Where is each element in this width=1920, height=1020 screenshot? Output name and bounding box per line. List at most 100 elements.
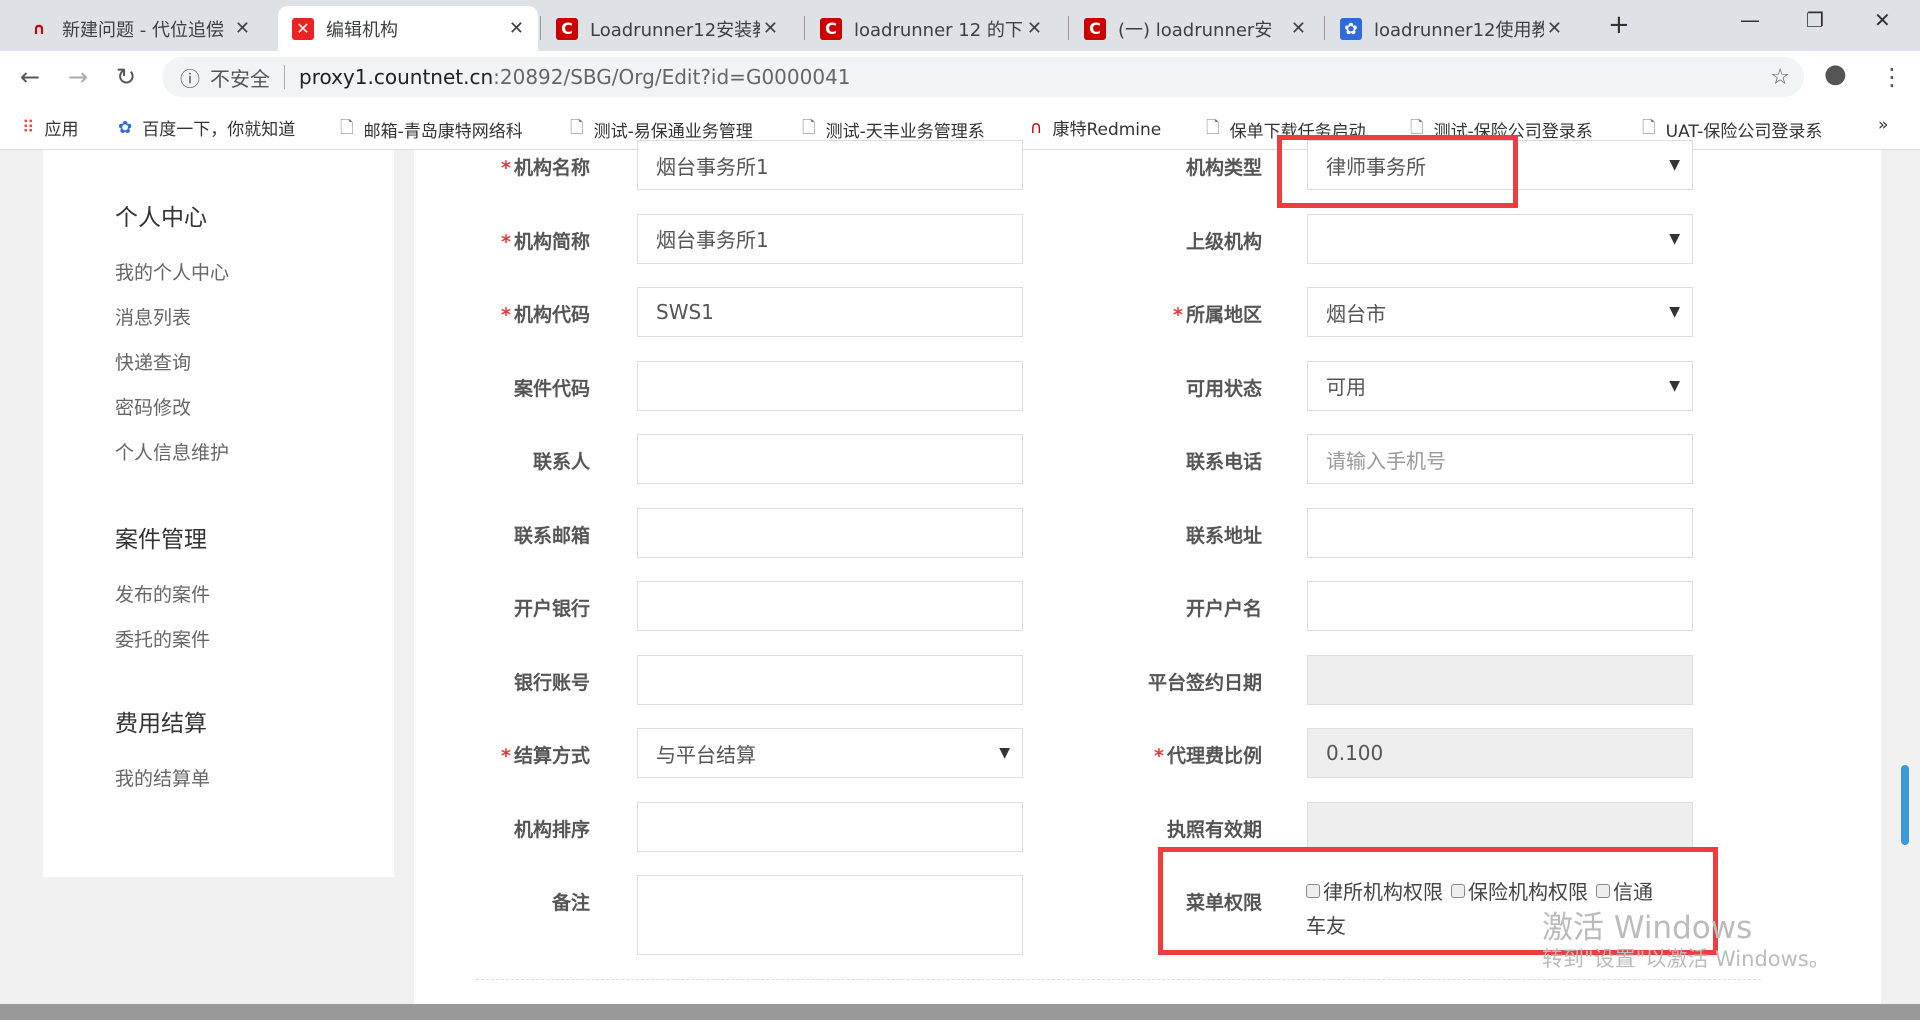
field-label: 平台签约日期 xyxy=(1147,671,1262,694)
baidu-icon: ✿ xyxy=(1340,17,1362,40)
field-value: 烟台事务所1 xyxy=(656,228,769,252)
sidebar-item[interactable]: 密码修改 xyxy=(115,393,191,420)
text-field[interactable] xyxy=(1307,581,1693,631)
sidebar-item[interactable]: 我的结算单 xyxy=(115,764,210,791)
required-mark: * xyxy=(501,745,511,767)
required-mark: * xyxy=(501,157,511,179)
dropdown-arrow-icon: ▼ xyxy=(999,745,1010,761)
forward-icon[interactable]: → xyxy=(68,63,88,91)
required-mark: * xyxy=(501,230,511,253)
star-icon[interactable]: ☆ xyxy=(1770,65,1790,90)
sidebar-item[interactable]: 我的个人中心 xyxy=(115,258,229,285)
tab[interactable]: Cloadrunner 12 的下载 ✕ xyxy=(806,6,1056,51)
text-field xyxy=(1307,654,1693,705)
redmine-icon: ∩ xyxy=(1030,117,1043,138)
field-label: 执照有效期 xyxy=(1166,818,1262,841)
select-field[interactable]: ▼ xyxy=(1307,213,1693,264)
sidebar-section-title: 费用结算 xyxy=(115,711,207,737)
textarea-field[interactable] xyxy=(637,875,1023,955)
close-window-button[interactable]: ✕ xyxy=(1874,8,1891,32)
apps-icon: ⠿ xyxy=(22,117,35,138)
text-field[interactable] xyxy=(637,581,1023,631)
app-icon: ✕ xyxy=(292,17,314,40)
field-value: 0.100 xyxy=(1326,741,1384,765)
address-bar-row: ← → ↻ ⓘ 不安全 proxy1.countnet.cn :20892/SB… xyxy=(0,51,1920,103)
highlight-box xyxy=(1277,135,1518,208)
bookmark-item[interactable]: ✿ 百度一下，你就知道 xyxy=(118,115,296,141)
scroll-indicator[interactable] xyxy=(1901,765,1909,845)
tab-title: Loadrunner12安装教 xyxy=(590,19,760,41)
field-value: 烟台市 xyxy=(1326,301,1386,326)
field-label: 开户银行 xyxy=(513,598,590,620)
profile-icon[interactable]: ● xyxy=(1824,59,1847,89)
bookmark-label: 百度一下，你就知道 xyxy=(142,120,296,140)
select-field[interactable]: 烟台市 ▼ xyxy=(1307,287,1693,337)
tab-bar: ∩ 新建问题 - 代位追偿 ✕ ✕ 编辑机构 ✕ C Loadrunner12安装教 ✕ Cloa… xyxy=(0,0,1920,51)
text-field[interactable] xyxy=(637,507,1023,558)
url-host: proxy1.countnet.cn xyxy=(299,65,494,89)
sidebar-item[interactable]: 个人信息维护 xyxy=(115,438,229,465)
sidebar-item[interactable]: 发布的案件 xyxy=(115,580,210,607)
tab-title: loadrunner12使用教 xyxy=(1374,19,1544,41)
tab[interactable]: C Loadrunner12安装教 ✕ xyxy=(542,6,792,51)
csdn-icon: C xyxy=(820,17,842,40)
field-label: 备注 xyxy=(551,892,590,914)
tab[interactable]: ✿ loadrunner12使用教 ✕ xyxy=(1326,6,1576,51)
field-label: 开户户名 xyxy=(1185,598,1262,620)
bookmark-label: 测试-易保通业务管理 xyxy=(593,122,753,142)
close-tab-icon[interactable]: ✕ xyxy=(509,18,524,39)
tab[interactable]: C (一) loadrunner安 ✕ xyxy=(1070,6,1320,51)
tab[interactable]: ✕ 编辑机构 ✕ xyxy=(278,6,538,51)
text-field[interactable]: SWS1 xyxy=(637,287,1023,337)
text-field[interactable]: 烟台事务所1 xyxy=(637,140,1023,190)
tab-title: 新建问题 - 代位追偿 xyxy=(62,19,224,41)
divider xyxy=(476,979,1761,980)
close-tab-icon[interactable]: ✕ xyxy=(1291,18,1306,39)
sidebar-item[interactable]: 快递查询 xyxy=(115,348,191,375)
bookmark-label: UAT-保险公司登录系 xyxy=(1665,122,1823,142)
sidebar-item[interactable]: 委托的案件 xyxy=(115,625,210,652)
select-field[interactable]: 与平台结算 ▼ xyxy=(637,728,1023,778)
bookmark-item[interactable]: ⠿ 应用 xyxy=(22,115,79,141)
dropdown-arrow-icon: ▼ xyxy=(1669,230,1680,247)
tab[interactable]: ∩ 新建问题 - 代位追偿 ✕ xyxy=(14,6,264,51)
text-field[interactable]: 烟台事务所1 xyxy=(637,213,1023,264)
bookmark-item[interactable]: ∩ 康特Redmine xyxy=(1030,115,1161,141)
close-tab-icon[interactable]: ✕ xyxy=(1547,18,1562,39)
sidebar: 个人中心 我的个人中心 消息列表 快递查询 密码修改 个人信息维护 案件管理 发布的案件 委托的… xyxy=(43,150,394,877)
bookmark-label: 邮箱-青岛康特网络科 xyxy=(363,122,523,142)
tab-title: 编辑机构 xyxy=(326,19,398,41)
text-field[interactable] xyxy=(637,654,1023,705)
text-field[interactable] xyxy=(1307,507,1693,558)
watermark-title: 激活 Windows xyxy=(1542,910,1753,946)
field-label: 机构类型 xyxy=(1185,157,1262,179)
bookmark-item[interactable]: 🗋 邮箱-青岛康特网络科 xyxy=(340,115,523,144)
page-icon: 🗋 xyxy=(1206,118,1220,138)
sidebar-item[interactable]: 消息列表 xyxy=(115,303,191,330)
text-field[interactable]: 请输入手机号 xyxy=(1307,434,1693,484)
minimize-button[interactable]: — xyxy=(1740,8,1760,32)
tab-title: (一) loadrunner安 xyxy=(1118,19,1273,41)
field-value: 与平台结算 xyxy=(656,742,756,767)
redmine-icon: ∩ xyxy=(32,19,46,38)
new-tab-button[interactable]: + xyxy=(1608,10,1630,40)
text-field[interactable] xyxy=(637,360,1023,411)
reload-icon[interactable]: ↻ xyxy=(116,63,136,91)
text-field[interactable] xyxy=(637,434,1023,484)
dropdown-arrow-icon: ▼ xyxy=(1669,157,1680,173)
more-bookmarks-button[interactable]: » xyxy=(1878,115,1888,135)
close-tab-icon[interactable]: ✕ xyxy=(1027,18,1042,39)
menu-icon[interactable]: ⋮ xyxy=(1880,63,1904,91)
select-field[interactable]: 可用 ▼ xyxy=(1307,360,1693,411)
page-icon: 🗋 xyxy=(570,118,584,138)
url-input[interactable]: ⓘ 不安全 proxy1.countnet.cn :20892/SBG/Org/… xyxy=(162,57,1804,97)
field-label: * 结算方式 xyxy=(501,745,590,767)
bookmark-label: 应用 xyxy=(44,120,79,140)
back-icon[interactable]: ← xyxy=(20,63,40,91)
close-tab-icon[interactable]: ✕ xyxy=(763,18,778,39)
baidu-icon: ✿ xyxy=(118,117,133,138)
info-icon[interactable]: ⓘ xyxy=(180,63,200,92)
close-tab-icon[interactable]: ✕ xyxy=(235,18,250,39)
restore-button[interactable]: ❐ xyxy=(1806,8,1824,32)
text-field[interactable] xyxy=(637,801,1023,852)
